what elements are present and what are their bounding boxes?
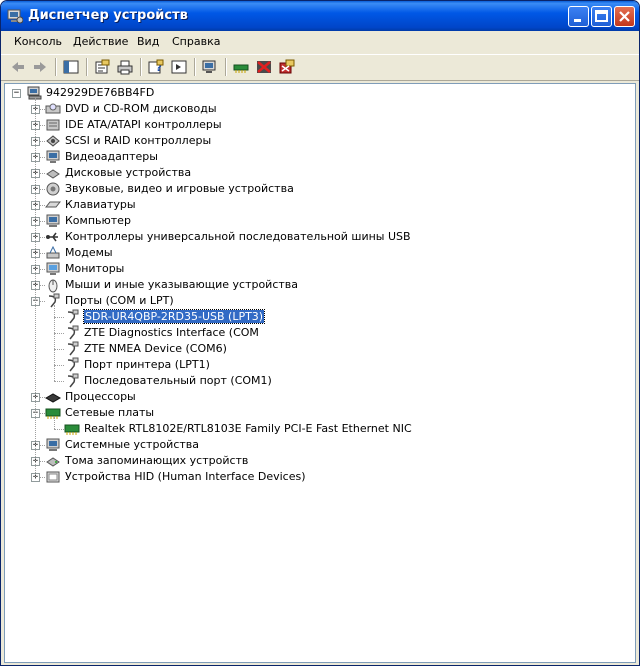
tree-device[interactable]: ZTE Diagnostics Interface (COM: [84, 326, 259, 339]
back-icon[interactable]: [9, 59, 27, 75]
tree-category[interactable]: DVD и CD-ROM дисководы: [65, 102, 217, 115]
device-tree[interactable]: −942929DE76BB4FD + DVD и CD-ROM дисководы +…: [4, 83, 636, 663]
display-adapter-icon: [46, 150, 60, 163]
scsi-controller-icon: [46, 135, 60, 147]
tree-category[interactable]: Мониторы: [65, 262, 124, 275]
tree-category[interactable]: Контроллеры универсальной последовательн…: [65, 230, 411, 243]
close-icon: [619, 11, 630, 22]
menu-bar: Консоль Действие Вид Справка: [1, 31, 639, 53]
tree-connector: [54, 365, 64, 366]
tree-category[interactable]: Дисковые устройства: [65, 166, 191, 179]
tree-device[interactable]: ZTE NMEA Device (COM6): [84, 342, 227, 355]
tree-category[interactable]: Мыши и иные указывающие устройства: [65, 278, 298, 291]
forward-icon[interactable]: [31, 59, 49, 75]
tree-device[interactable]: Realtek RTL8102E/RTL8103E Family PCI-E F…: [84, 422, 412, 435]
tree-view-icon[interactable]: [62, 59, 80, 75]
tree-category[interactable]: Компьютер: [65, 214, 131, 227]
tree-device[interactable]: SDR-UR4QBP-2RD35-USB (LPT3): [82, 309, 266, 324]
tree-connector: [35, 97, 36, 477]
storage-volume-icon: [46, 457, 60, 467]
tree-category[interactable]: Клавиатуры: [65, 198, 136, 211]
tree-root[interactable]: 942929DE76BB4FD: [46, 86, 154, 99]
tree-category[interactable]: SCSI и RAID контроллеры: [65, 134, 211, 147]
scan-hardware-icon[interactable]: [201, 59, 219, 75]
port-icon: [67, 309, 79, 324]
tree-connector: [54, 333, 64, 334]
maximize-button[interactable]: [591, 6, 612, 27]
uninstall-device-icon[interactable]: [278, 59, 296, 75]
tree-category[interactable]: Процессоры: [65, 390, 136, 403]
title-bar[interactable]: Диспетчер устройств: [1, 1, 639, 31]
menu-console[interactable]: Консоль: [14, 35, 62, 48]
update-driver-icon[interactable]: [232, 59, 250, 75]
close-button[interactable]: [614, 6, 635, 27]
tree-category[interactable]: Порты (COM и LPT): [65, 294, 174, 307]
tree-category[interactable]: Модемы: [65, 246, 113, 259]
tree-connector: [54, 317, 64, 318]
minimize-button[interactable]: [568, 6, 589, 27]
tree-connector: [54, 349, 64, 350]
tree-category[interactable]: Тома запоминающих устройств: [65, 454, 248, 467]
toolbar: ?: [1, 54, 639, 81]
tree-category[interactable]: Сетевые платы: [65, 406, 154, 419]
disable-device-icon[interactable]: [255, 59, 273, 75]
monitor-icon: [46, 262, 60, 275]
usb-icon: [46, 232, 58, 242]
maximize-icon: [595, 10, 608, 22]
tree-device[interactable]: Порт принтера (LPT1): [84, 358, 210, 371]
port-icon: [67, 325, 79, 340]
network-adapter-icon: [64, 424, 80, 435]
help-icon[interactable]: ?: [147, 59, 165, 75]
network-adapter-icon: [45, 408, 61, 419]
window-title: Диспетчер устройств: [28, 8, 188, 23]
menu-help[interactable]: Справка: [172, 35, 220, 48]
hid-icon: [46, 471, 60, 483]
keyboard-icon: [45, 201, 61, 208]
properties-icon[interactable]: [93, 59, 111, 75]
system-device-icon: [46, 438, 60, 451]
computer-icon: [46, 214, 60, 227]
print-icon[interactable]: [116, 59, 134, 75]
tree-device[interactable]: Последовательный порт (COM1): [84, 374, 272, 387]
port-icon: [67, 373, 79, 388]
tree-connector: [54, 305, 55, 381]
menu-view[interactable]: Вид: [137, 35, 159, 48]
tree-connector: [54, 417, 55, 429]
sound-icon: [46, 182, 60, 196]
disk-drive-icon: [46, 169, 60, 179]
dvd-icon: [45, 103, 61, 114]
tree-connector: [54, 429, 64, 430]
menu-action[interactable]: Действие: [73, 35, 128, 48]
show-hide-icon[interactable]: [170, 59, 188, 75]
device-manager-window: Диспетчер устройств Консоль Действие Вид…: [0, 0, 640, 666]
tree-category[interactable]: Видеоадаптеры: [65, 150, 158, 163]
tree-category[interactable]: IDE ATA/ATAPI контроллеры: [65, 118, 222, 131]
tree-category[interactable]: Звуковые, видео и игровые устройства: [65, 182, 294, 195]
minimize-icon: [574, 19, 581, 22]
port-icon: [67, 357, 79, 372]
device-manager-icon: [7, 9, 23, 24]
port-icon: [48, 293, 60, 308]
tree-category[interactable]: Системные устройства: [65, 438, 199, 451]
tree-category[interactable]: Устройства HID (Human Interface Devices): [65, 470, 306, 483]
mouse-icon: [48, 279, 58, 293]
ide-controller-icon: [46, 119, 60, 131]
processor-icon: [45, 393, 61, 403]
root-expander[interactable]: −: [12, 89, 21, 98]
tree-connector: [54, 381, 64, 382]
modem-icon: [46, 245, 60, 259]
port-icon: [67, 341, 79, 356]
